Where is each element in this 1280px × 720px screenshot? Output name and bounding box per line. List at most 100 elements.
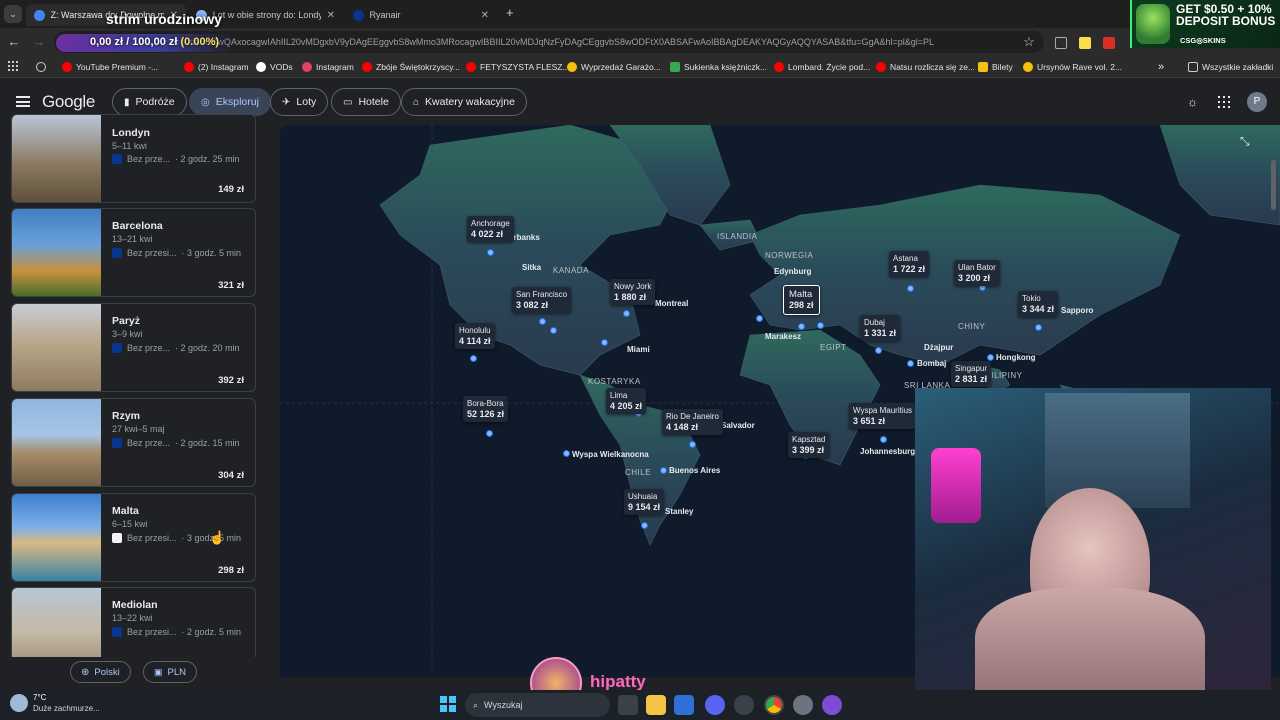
map-price-label[interactable]: Honolulu 4 114 zł [455,323,495,349]
more-bookmarks-icon[interactable]: » [1158,59,1164,75]
map-destination-dot[interactable] [756,315,763,322]
map-price-label-selected[interactable]: Malta 298 zł [783,285,820,315]
google-apps-icon[interactable] [1218,96,1230,108]
bookmark-item[interactable]: FETYSZYSTA FLESZ... [466,59,570,75]
theme-toggle-icon[interactable]: ☼ [1187,95,1198,109]
windows-start-icon[interactable] [440,696,456,712]
bookmark-item[interactable]: Instagram [302,59,354,75]
close-tab-icon[interactable]: ✕ [481,10,489,21]
bookmark-item[interactable]: Lombard. Życie pod... [774,59,870,75]
account-avatar[interactable]: P [1247,92,1267,112]
city-label: Wyspa Wielkanocna [572,450,649,459]
tab-search-button[interactable]: ⌄ [4,5,22,23]
bookmark-item[interactable]: YouTube Premium -... [62,59,158,75]
tab-ryanair[interactable]: Ryanair ✕ [345,4,497,26]
new-tab-button[interactable]: + [506,5,514,20]
task-view-icon[interactable] [618,695,638,715]
map-price-label[interactable]: Ulan Bator 3 200 zł [954,260,1000,286]
bookmark-item[interactable]: Ursynów Rave vol. 2... [1023,59,1122,75]
city-label: Buenos Aires [669,466,721,475]
map-price-label[interactable]: Lima 4 205 zł [606,388,647,414]
bookmark-star-icon[interactable]: ☆ [1020,33,1038,51]
map-destination-dot[interactable] [660,467,667,474]
weather-desc[interactable]: Duże zachmurze... [33,704,100,713]
back-button[interactable]: ← [5,33,23,51]
map-destination-dot[interactable] [486,430,493,437]
apps-grid-icon[interactable] [8,61,18,71]
map-price-label[interactable]: Astana 1 722 zł [889,251,930,277]
map-destination-dot[interactable] [641,522,648,529]
map-price-label[interactable]: Wyspa Mauritius 3 651 zł [849,403,917,429]
map-price-label[interactable]: Nowy Jork 1 880 zł [610,279,656,305]
tab-hotels[interactable]: ▭ Hotele [331,88,401,116]
bookmark-item[interactable]: (2) Instagram [184,59,249,75]
app-icon[interactable] [734,695,754,715]
map-destination-dot[interactable] [987,354,994,361]
bookmark-item[interactable]: Bilety [978,59,1013,75]
map-destination-dot[interactable] [539,318,546,325]
close-tab-icon[interactable]: ✕ [327,10,335,21]
map-destination-dot[interactable] [817,322,824,329]
map-destination-dot[interactable] [880,436,887,443]
map-price-label[interactable]: San Francisco 3 082 zł [512,287,572,313]
scrollbar[interactable] [1271,160,1276,210]
bookmark-item[interactable]: VODs [256,59,293,75]
map-destination-dot[interactable] [563,450,570,457]
settings-icon[interactable] [793,695,813,715]
map-price-label[interactable]: Dubaj 1 331 zł [860,315,901,341]
extension-icon[interactable] [1055,37,1067,49]
destination-card[interactable]: Barcelona 13–21 kwi Bez przesi... · 3 god… [11,208,256,297]
map-destination-dot[interactable] [907,285,914,292]
bookmark-item[interactable]: Sukienka księżniczk... [670,59,767,75]
map-price-label[interactable]: Kapsztad 3 399 zł [788,432,830,458]
map-destination-dot[interactable] [550,327,557,334]
youtube-icon [466,62,476,72]
map-price-label[interactable]: Ushuaia 9 154 zł [624,489,665,515]
extension-icon[interactable] [1079,37,1091,49]
weather-icon[interactable] [10,694,28,712]
bookmark-item[interactable]: Natsu rozlicza się ze... [876,59,975,75]
collapse-map-icon[interactable]: ⤡ [1240,134,1250,149]
tab-explore[interactable]: ◎ Eksploruj [189,88,271,116]
extension-icon[interactable] [1103,37,1115,49]
map-destination-dot[interactable] [875,347,882,354]
destination-card[interactable]: Londyn 5–11 kwi Bez prze... · 2 godz. 25 … [11,114,256,203]
destination-card[interactable]: Rzym 27 kwi–5 maj Bez prze... · 2 godz. 1… [11,398,256,487]
forward-button[interactable]: → [30,33,48,51]
destination-card[interactable]: Paryż 3–9 kwi Bez prze... · 2 godz. 20 mi… [11,303,256,392]
bookmark-item[interactable]: Wyprzedaż Garażo... [567,59,661,75]
taskbar-search[interactable]: ⌕ Wyszukaj [465,693,610,717]
map-price-label[interactable]: Anchorage 4 022 zł [467,216,514,242]
map-destination-dot[interactable] [623,310,630,317]
google-logo[interactable]: Google [42,92,95,112]
map-destination-dot[interactable] [798,323,805,330]
bookmark-item[interactable] [36,59,46,75]
currency-button[interactable]: ▣ PLN [143,661,197,683]
map-price-label[interactable]: Singapur 2 831 zł [951,361,992,387]
all-bookmarks[interactable]: Wszystkie zakładki [1188,59,1273,75]
map-destination-dot[interactable] [689,441,696,448]
main-menu-icon[interactable] [16,96,30,107]
tab-flights[interactable]: ✈ Loty [270,88,329,116]
map-price-label[interactable]: Rio De Janeiro 4 148 zł [662,409,723,435]
bookmark-item[interactable]: Zbóje Świętokrzyscy... [362,59,460,75]
file-explorer-icon[interactable] [646,695,666,715]
tab-travel[interactable]: ▮ Podróże [112,88,187,116]
language-button[interactable]: ⊕ Polski [70,661,131,683]
chrome-icon[interactable] [764,695,784,715]
map-destination-dot[interactable] [487,249,494,256]
map-destination-dot[interactable] [601,339,608,346]
obs-icon[interactable] [822,695,842,715]
tab-vacation-rentals[interactable]: ⌂ Kwatery wakacyjne [401,88,527,116]
destination-card[interactable]: Mediolan 13–22 kwi Bez przesi... · 2 godz… [11,587,256,657]
map-destination-dot[interactable] [907,360,914,367]
airline-logo-icon [112,627,122,637]
map-price-label[interactable]: Bora-Bora 52 126 zł [463,396,509,422]
map-price-label[interactable]: Tokio 3 344 zł [1018,291,1059,317]
airline-logo-icon [112,248,122,258]
map-destination-dot[interactable] [1035,324,1042,331]
map-destination-dot[interactable] [470,355,477,362]
discord-icon[interactable] [705,695,725,715]
weather-temp[interactable]: 7°C [33,693,46,702]
store-icon[interactable] [674,695,694,715]
